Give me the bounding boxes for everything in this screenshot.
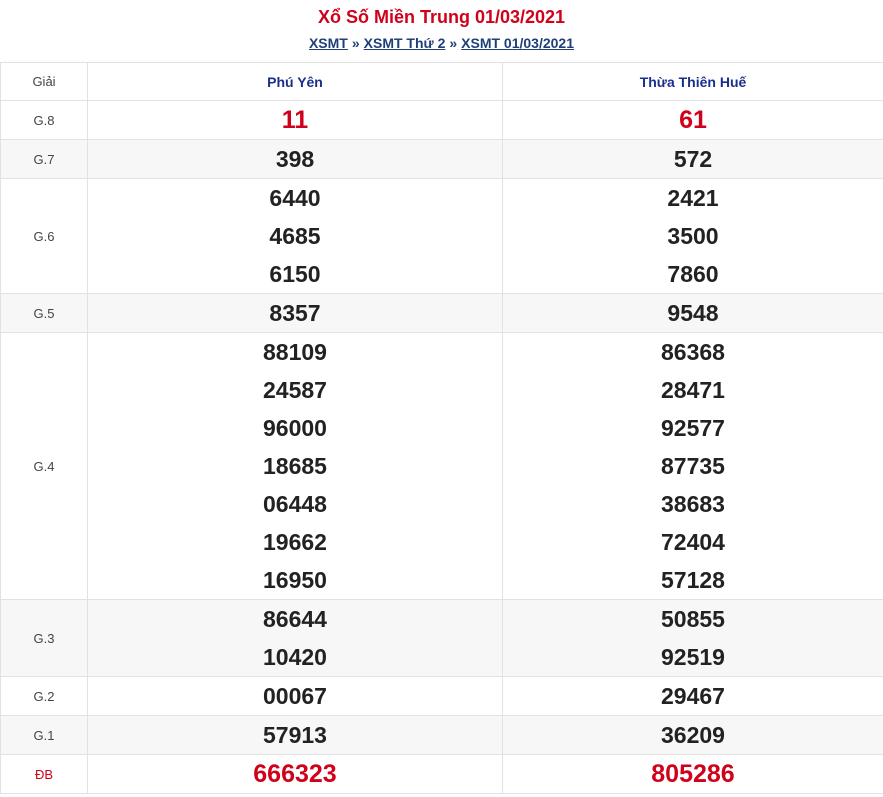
result-number: 19662 [263,529,327,555]
result-number: 88109 [263,339,327,365]
result-number: 57128 [661,567,725,593]
breadcrumb-link-date[interactable]: XSMT 01/03/2021 [461,35,574,51]
cell-phu-yen: 8357 [87,293,503,333]
breadcrumb-separator: » [351,35,360,51]
prize-label: G.1 [0,715,88,755]
table-row: G.7 398 572 [0,139,883,179]
result-number: 24587 [263,377,327,403]
prize-label: G.2 [0,676,88,716]
page-title: Xổ Số Miền Trung 01/03/2021 [317,7,566,27]
result-number: 38683 [661,491,725,517]
cell-thua-thien-hue: 86368 28471 92577 87735 38683 72404 57128 [502,332,883,600]
result-number: 6150 [269,261,321,287]
result-number: 86644 [263,606,327,632]
cell-thua-thien-hue: 572 [502,139,883,179]
result-number: 92519 [661,644,725,670]
table-row: G.8 11 61 [0,100,883,140]
cell-thua-thien-hue: 36209 [502,715,883,755]
cell-phu-yen: 86644 10420 [87,599,503,677]
results-table: Giải Phú Yên Thừa Thiên Huế G.8 11 61 G.7 39… [0,62,883,794]
column-header-prize: Giải [0,62,88,101]
result-number: 57913 [263,722,327,748]
result-number: 86368 [661,339,725,365]
cell-thua-thien-hue: 61 [502,100,883,140]
breadcrumb-link-weekday[interactable]: XSMT Thứ 2 [364,35,446,51]
result-number: 666323 [253,760,337,788]
cell-phu-yen: 88109 24587 96000 18685 06448 19662 16950 [87,332,503,600]
result-number: 572 [673,146,713,172]
cell-phu-yen: 6440 4685 6150 [87,178,503,294]
result-number: 06448 [263,491,327,517]
page-header: Xổ Số Miền Trung 01/03/2021 XSMT» XSMT Th… [0,0,883,62]
cell-thua-thien-hue: 9548 [502,293,883,333]
result-number: 3500 [667,223,719,249]
table-row: G.2 00067 29467 [0,676,883,716]
cell-phu-yen: 398 [87,139,503,179]
result-number: 29467 [661,683,725,709]
result-number: 9548 [667,300,719,326]
result-number: 8357 [269,300,321,326]
result-number: 398 [275,146,315,172]
result-number: 805286 [651,760,735,788]
prize-label: G.3 [0,599,88,677]
result-number: 87735 [661,453,725,479]
result-number: 6440 [269,185,321,211]
result-number: 16950 [263,567,327,593]
cell-phu-yen: 57913 [87,715,503,755]
cell-thua-thien-hue: 29467 [502,676,883,716]
prize-label: G.6 [0,178,88,294]
prize-label: G.5 [0,293,88,333]
result-number: 28471 [661,377,725,403]
cell-thua-thien-hue: 805286 [502,754,883,794]
table-row: G.1 57913 36209 [0,715,883,755]
result-number: 92577 [661,415,725,441]
cell-phu-yen: 666323 [87,754,503,794]
column-header-thua-thien-hue: Thừa Thiên Huế [502,62,883,101]
table-row: ĐB 666323 805286 [0,754,883,794]
result-number: 61 [679,106,707,134]
result-number: 4685 [269,223,321,249]
result-number: 72404 [661,529,725,555]
prize-label: G.8 [0,100,88,140]
breadcrumb-link-xsmt[interactable]: XSMT [309,35,348,51]
prize-label: ĐB [0,754,88,794]
table-row: G.4 88109 24587 96000 18685 06448 19662 16950 86… [0,332,883,600]
result-number: 10420 [263,644,327,670]
result-number: 50855 [661,606,725,632]
cell-phu-yen: 00067 [87,676,503,716]
results-page: Xổ Số Miền Trung 01/03/2021 XSMT» XSMT Th… [0,0,883,794]
cell-thua-thien-hue: 50855 92519 [502,599,883,677]
table-header-row: Giải Phú Yên Thừa Thiên Huế [0,62,883,101]
cell-thua-thien-hue: 2421 3500 7860 [502,178,883,294]
column-header-phu-yen: Phú Yên [87,62,503,101]
table-row: G.6 6440 4685 6150 2421 3500 7860 [0,178,883,294]
result-number: 2421 [667,185,719,211]
result-number: 18685 [263,453,327,479]
result-number: 7860 [667,261,719,287]
result-number: 96000 [263,415,327,441]
result-number: 36209 [661,722,725,748]
prize-label: G.4 [0,332,88,600]
breadcrumb-separator: » [449,35,458,51]
prize-label: G.7 [0,139,88,179]
breadcrumb: XSMT» XSMT Thứ 2» XSMT 01/03/2021 [0,33,883,53]
result-number: 11 [281,106,309,134]
cell-phu-yen: 11 [87,100,503,140]
table-row: G.3 86644 10420 50855 92519 [0,599,883,677]
result-number: 00067 [263,683,327,709]
table-row: G.5 8357 9548 [0,293,883,333]
